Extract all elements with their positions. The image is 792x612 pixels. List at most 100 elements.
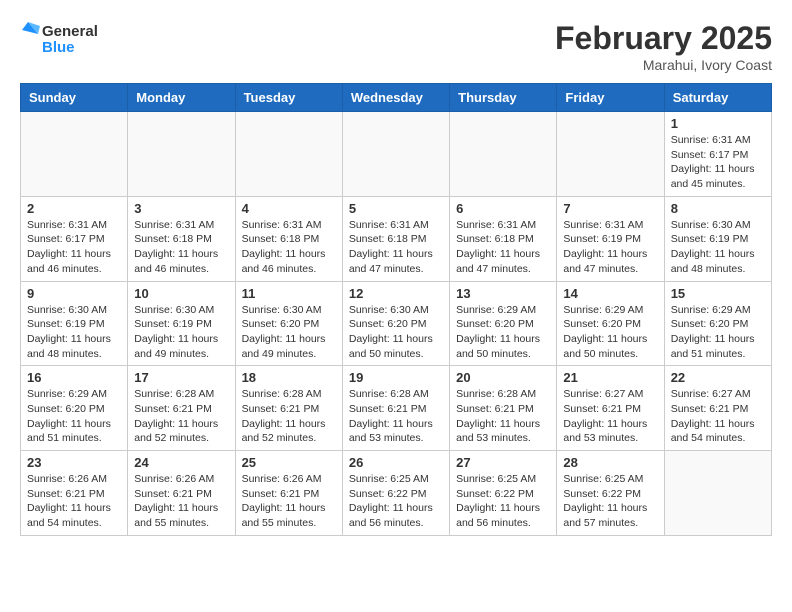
day-cell: 23 Sunrise: 6:26 AM Sunset: 6:21 PM Dayli… (21, 451, 128, 536)
weekday-header-sunday: Sunday (21, 84, 128, 112)
day-cell: 11 Sunrise: 6:30 AM Sunset: 6:20 PM Dayli… (235, 281, 342, 366)
day-cell: 21 Sunrise: 6:27 AM Sunset: 6:21 PM Dayli… (557, 366, 664, 451)
day-cell: 25 Sunrise: 6:26 AM Sunset: 6:21 PM Dayli… (235, 451, 342, 536)
day-cell (21, 112, 128, 197)
day-cell: 13Sunrise: 6:29 AM Sunset: 6:20 PM Dayli… (450, 281, 557, 366)
day-info: Sunrise: 6:29 AM Sunset: 6:20 PM Dayligh… (671, 303, 765, 362)
day-cell: 4 Sunrise: 6:31 AM Sunset: 6:18 PM Daylig… (235, 196, 342, 281)
day-cell: 9 Sunrise: 6:30 AM Sunset: 6:19 PM Daylig… (21, 281, 128, 366)
logo: GeneralBlue (20, 20, 110, 58)
day-number: 12 (349, 286, 443, 301)
day-number: 24 (134, 455, 228, 470)
day-number: 4 (242, 201, 336, 216)
day-cell (235, 112, 342, 197)
day-info: Sunrise: 6:29 AM Sunset: 6:20 PM Dayligh… (27, 387, 121, 446)
day-cell (342, 112, 449, 197)
day-cell: 18Sunrise: 6:28 AM Sunset: 6:21 PM Dayli… (235, 366, 342, 451)
day-info: Sunrise: 6:26 AM Sunset: 6:21 PM Dayligh… (134, 472, 228, 531)
day-number: 15 (671, 286, 765, 301)
svg-text:General: General (42, 23, 98, 40)
day-cell (664, 451, 771, 536)
day-number: 19 (349, 370, 443, 385)
day-number: 17 (134, 370, 228, 385)
weekday-header-row: SundayMondayTuesdayWednesdayThursdayFrid… (21, 84, 772, 112)
week-row-1: 1 Sunrise: 6:31 AM Sunset: 6:17 PM Daylig… (21, 112, 772, 197)
day-info: Sunrise: 6:31 AM Sunset: 6:18 PM Dayligh… (456, 218, 550, 277)
day-cell: 1 Sunrise: 6:31 AM Sunset: 6:17 PM Daylig… (664, 112, 771, 197)
day-cell: 28 Sunrise: 6:25 AM Sunset: 6:22 PM Dayli… (557, 451, 664, 536)
day-number: 16 (27, 370, 121, 385)
day-number: 11 (242, 286, 336, 301)
day-cell (128, 112, 235, 197)
day-info: Sunrise: 6:30 AM Sunset: 6:19 PM Dayligh… (671, 218, 765, 277)
day-cell: 20Sunrise: 6:28 AM Sunset: 6:21 PM Dayli… (450, 366, 557, 451)
title-section: February 2025 Marahui, Ivory Coast (555, 20, 772, 73)
day-cell: 6 Sunrise: 6:31 AM Sunset: 6:18 PM Daylig… (450, 196, 557, 281)
day-cell: 12 Sunrise: 6:30 AM Sunset: 6:20 PM Dayli… (342, 281, 449, 366)
day-info: Sunrise: 6:30 AM Sunset: 6:19 PM Dayligh… (27, 303, 121, 362)
day-cell: 8 Sunrise: 6:30 AM Sunset: 6:19 PM Daylig… (664, 196, 771, 281)
weekday-header-saturday: Saturday (664, 84, 771, 112)
day-info: Sunrise: 6:30 AM Sunset: 6:20 PM Dayligh… (242, 303, 336, 362)
day-number: 23 (27, 455, 121, 470)
day-cell: 3Sunrise: 6:31 AM Sunset: 6:18 PM Daylig… (128, 196, 235, 281)
day-cell: 26 Sunrise: 6:25 AM Sunset: 6:22 PM Dayli… (342, 451, 449, 536)
day-number: 1 (671, 116, 765, 131)
day-info: Sunrise: 6:25 AM Sunset: 6:22 PM Dayligh… (456, 472, 550, 531)
month-title: February 2025 (555, 20, 772, 57)
day-cell: 19 Sunrise: 6:28 AM Sunset: 6:21 PM Dayli… (342, 366, 449, 451)
day-info: Sunrise: 6:31 AM Sunset: 6:17 PM Dayligh… (671, 133, 765, 192)
day-cell: 27 Sunrise: 6:25 AM Sunset: 6:22 PM Dayli… (450, 451, 557, 536)
day-info: Sunrise: 6:31 AM Sunset: 6:19 PM Dayligh… (563, 218, 657, 277)
day-number: 6 (456, 201, 550, 216)
day-number: 7 (563, 201, 657, 216)
day-cell: 24 Sunrise: 6:26 AM Sunset: 6:21 PM Dayli… (128, 451, 235, 536)
day-number: 27 (456, 455, 550, 470)
day-number: 14 (563, 286, 657, 301)
location-subtitle: Marahui, Ivory Coast (555, 57, 772, 73)
day-number: 9 (27, 286, 121, 301)
day-info: Sunrise: 6:26 AM Sunset: 6:21 PM Dayligh… (242, 472, 336, 531)
day-cell (450, 112, 557, 197)
calendar-table: SundayMondayTuesdayWednesdayThursdayFrid… (20, 83, 772, 536)
day-cell: 10 Sunrise: 6:30 AM Sunset: 6:19 PM Dayli… (128, 281, 235, 366)
day-cell: 5Sunrise: 6:31 AM Sunset: 6:18 PM Daylig… (342, 196, 449, 281)
svg-text:Blue: Blue (42, 39, 75, 56)
day-info: Sunrise: 6:26 AM Sunset: 6:21 PM Dayligh… (27, 472, 121, 531)
day-number: 8 (671, 201, 765, 216)
weekday-header-wednesday: Wednesday (342, 84, 449, 112)
day-number: 18 (242, 370, 336, 385)
day-cell: 7 Sunrise: 6:31 AM Sunset: 6:19 PM Daylig… (557, 196, 664, 281)
day-number: 3 (134, 201, 228, 216)
day-number: 21 (563, 370, 657, 385)
day-info: Sunrise: 6:28 AM Sunset: 6:21 PM Dayligh… (456, 387, 550, 446)
day-number: 22 (671, 370, 765, 385)
day-number: 10 (134, 286, 228, 301)
day-info: Sunrise: 6:31 AM Sunset: 6:17 PM Dayligh… (27, 218, 121, 277)
day-number: 25 (242, 455, 336, 470)
weekday-header-monday: Monday (128, 84, 235, 112)
day-cell (557, 112, 664, 197)
day-info: Sunrise: 6:27 AM Sunset: 6:21 PM Dayligh… (563, 387, 657, 446)
day-info: Sunrise: 6:30 AM Sunset: 6:19 PM Dayligh… (134, 303, 228, 362)
day-info: Sunrise: 6:28 AM Sunset: 6:21 PM Dayligh… (349, 387, 443, 446)
day-number: 28 (563, 455, 657, 470)
day-cell: 14Sunrise: 6:29 AM Sunset: 6:20 PM Dayli… (557, 281, 664, 366)
day-info: Sunrise: 6:31 AM Sunset: 6:18 PM Dayligh… (242, 218, 336, 277)
week-row-5: 23 Sunrise: 6:26 AM Sunset: 6:21 PM Dayli… (21, 451, 772, 536)
day-number: 13 (456, 286, 550, 301)
day-info: Sunrise: 6:27 AM Sunset: 6:21 PM Dayligh… (671, 387, 765, 446)
day-number: 5 (349, 201, 443, 216)
day-info: Sunrise: 6:30 AM Sunset: 6:20 PM Dayligh… (349, 303, 443, 362)
page-header: GeneralBlue February 2025 Marahui, Ivory… (20, 20, 772, 73)
weekday-header-thursday: Thursday (450, 84, 557, 112)
day-info: Sunrise: 6:28 AM Sunset: 6:21 PM Dayligh… (134, 387, 228, 446)
day-info: Sunrise: 6:25 AM Sunset: 6:22 PM Dayligh… (349, 472, 443, 531)
day-cell: 2Sunrise: 6:31 AM Sunset: 6:17 PM Daylig… (21, 196, 128, 281)
day-info: Sunrise: 6:25 AM Sunset: 6:22 PM Dayligh… (563, 472, 657, 531)
week-row-3: 9 Sunrise: 6:30 AM Sunset: 6:19 PM Daylig… (21, 281, 772, 366)
day-number: 26 (349, 455, 443, 470)
weekday-header-tuesday: Tuesday (235, 84, 342, 112)
weekday-header-friday: Friday (557, 84, 664, 112)
week-row-2: 2Sunrise: 6:31 AM Sunset: 6:17 PM Daylig… (21, 196, 772, 281)
